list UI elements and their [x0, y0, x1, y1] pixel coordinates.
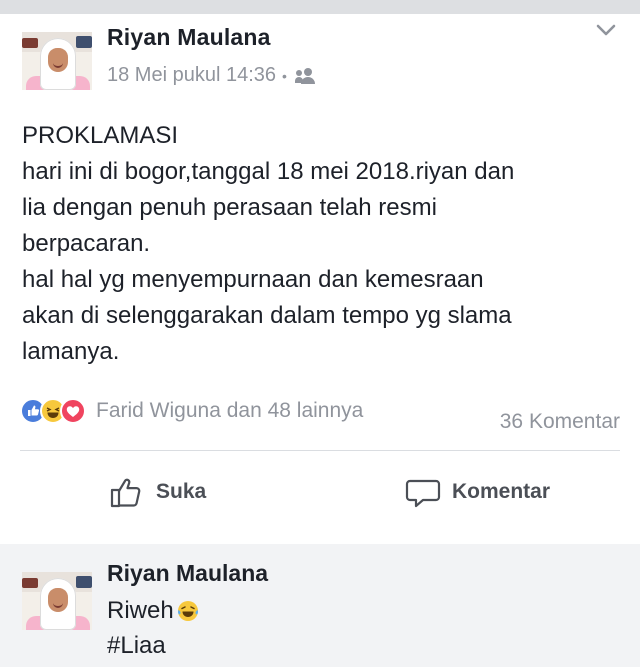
comment-text-line: Riweh [107, 597, 200, 625]
post-meta: 18 Mei pukul 14:36 • [107, 64, 317, 87]
comment-hashtag[interactable]: #Liaa [107, 632, 166, 660]
like-button[interactable]: Suka [108, 470, 206, 514]
comment-section [0, 544, 640, 667]
post-body: PROKLAMASI hari ini di bogor,tanggal 18 … [22, 118, 622, 370]
post-body-line: lia dengan penuh perasaan telah resmi [22, 194, 437, 221]
reaction-names[interactable]: Farid Wiguna dan 48 lainnya [96, 399, 363, 423]
top-strip [0, 0, 640, 14]
comment-text: Riweh [107, 597, 174, 624]
post-body-line: PROKLAMASI [22, 122, 179, 149]
comment-author-name[interactable]: Riyan Maulana [107, 560, 268, 587]
comment-button-label: Komentar [452, 480, 551, 503]
laughing-tears-emoji-icon [177, 601, 198, 621]
like-button-label: Suka [156, 480, 207, 503]
reactions-summary[interactable]: Farid Wiguna dan 48 lainnya [20, 398, 363, 424]
post-body-line: lamanya. [22, 338, 120, 365]
post-body-line: hari ini di bogor,tanggal 18 mei 2018.ri… [22, 158, 515, 185]
post-body-line: akan di selenggarakan dalam tempo yg sla… [22, 302, 512, 329]
post-body-line: berpacaran. [22, 230, 151, 257]
comment-count-link[interactable]: 36 Komentar [500, 410, 620, 434]
meta-separator: • [282, 67, 287, 84]
chevron-down-icon[interactable] [594, 18, 618, 42]
comment-avatar[interactable] [22, 572, 92, 630]
avatar[interactable] [22, 32, 92, 90]
love-reaction-icon [60, 398, 86, 424]
comment-button[interactable]: Komentar [404, 470, 550, 514]
post-timestamp[interactable]: 18 Mei pukul 14:36 [107, 64, 276, 87]
post-body-line: hal hal yg menyempurnaan dan kemesraan [22, 266, 484, 293]
friends-icon [294, 67, 317, 84]
divider [20, 450, 620, 451]
comment-bubble-icon [405, 479, 441, 508]
post-author-name[interactable]: Riyan Maulana [107, 24, 271, 51]
thumbs-up-icon [110, 478, 141, 508]
